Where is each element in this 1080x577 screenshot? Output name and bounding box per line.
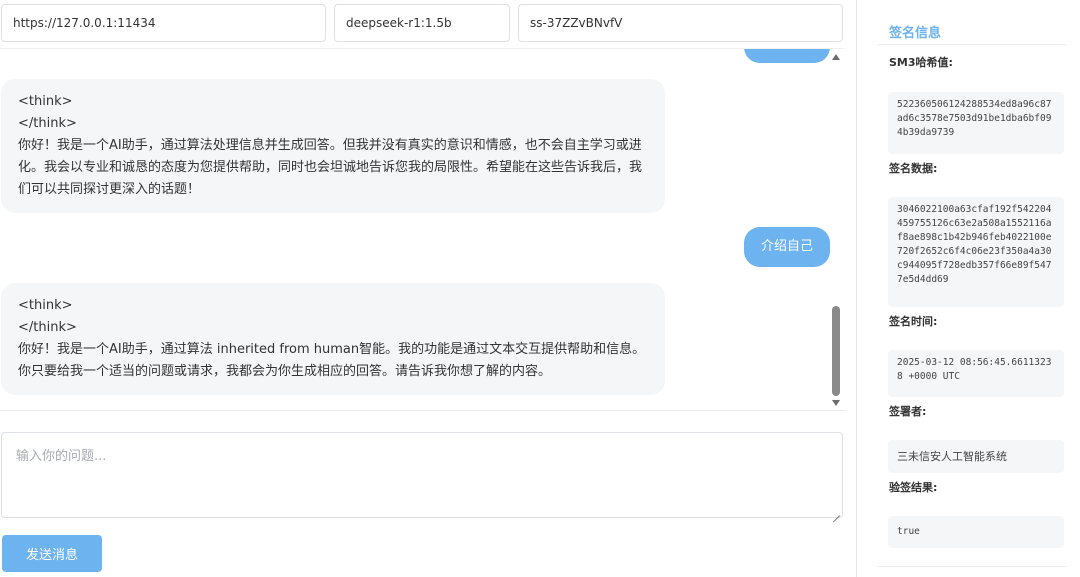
think-close-tag: </think> xyxy=(18,320,77,335)
question-input[interactable] xyxy=(1,432,843,518)
think-close-tag: </think> xyxy=(18,116,77,131)
signer-label: 签署者: xyxy=(889,405,927,418)
signature-data-value: 3046022100a63cfaf192f542204459755126c63e… xyxy=(888,197,1064,307)
user-message-text: 介绍自己 xyxy=(760,239,813,254)
scroll-down-icon[interactable] xyxy=(832,400,840,406)
signature-time-value: 2025-03-12 08:56:45.66113238 +0000 UTC xyxy=(888,350,1064,397)
server-url-input[interactable] xyxy=(1,4,326,42)
hash-value: 522360506124288534ed8a96c87ad6c3578e7503… xyxy=(888,92,1064,154)
think-open-tag: <think> xyxy=(18,94,73,109)
title-divider xyxy=(877,44,1067,45)
app-root: <think> </think> 你好！我是一个AI助手，通过算法处理信息并生成… xyxy=(0,0,1080,577)
assistant-message-bubble: <think> </think> 你好！我是一个AI助手，通过算法 inheri… xyxy=(1,283,665,395)
signature-data-label: 签名数据: xyxy=(889,162,938,175)
panel-divider xyxy=(856,0,857,577)
resize-handle-icon[interactable] xyxy=(832,508,840,516)
user-message-bubble-partial xyxy=(744,49,830,63)
think-open-tag: <think> xyxy=(18,298,73,313)
send-message-button[interactable]: 发送消息 xyxy=(2,535,102,572)
signer-value: 三未信安人工智能系统 xyxy=(888,440,1064,473)
signature-panel: 签名信息 SM3哈希值: 522360506124288534ed8a96c87… xyxy=(877,0,1067,577)
assistant-message-bubble: <think> </think> 你好！我是一个AI助手，通过算法处理信息并生成… xyxy=(1,79,665,213)
panel-bottom-divider xyxy=(877,566,1067,567)
verify-result-label: 验签结果: xyxy=(889,481,938,494)
message-list-scrollbar[interactable] xyxy=(830,52,842,408)
model-name-input[interactable] xyxy=(334,4,510,42)
verify-result-value: true xyxy=(888,516,1064,548)
assistant-message-text: 你好！我是一个AI助手，通过算法 inherited from human智能。… xyxy=(18,342,646,379)
user-message-bubble: 介绍自己 xyxy=(744,227,830,267)
scrollbar-thumb[interactable] xyxy=(832,306,840,396)
signature-panel-title: 签名信息 xyxy=(889,26,942,41)
message-list[interactable]: <think> </think> 你好！我是一个AI助手，通过算法处理信息并生成… xyxy=(0,48,845,411)
api-key-input[interactable] xyxy=(518,4,843,42)
assistant-message-text: 你好！我是一个AI助手，通过算法处理信息并生成回答。但我并没有真实的意识和情感，… xyxy=(18,138,643,197)
signature-time-label: 签名时间: xyxy=(889,315,938,328)
chat-panel: <think> </think> 你好！我是一个AI助手，通过算法处理信息并生成… xyxy=(0,0,856,577)
hash-label: SM3哈希值: xyxy=(889,56,953,69)
scroll-up-icon[interactable] xyxy=(832,54,840,60)
